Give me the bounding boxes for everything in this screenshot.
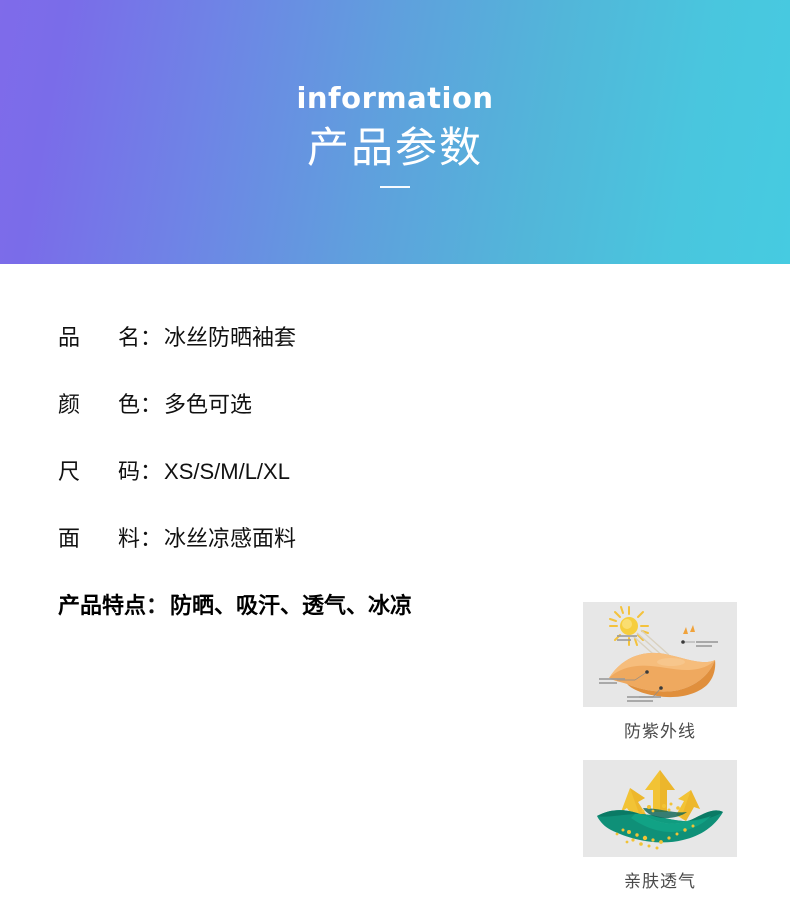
spec-label-char: 颜 <box>58 392 81 417</box>
uv-fabric-icon <box>583 602 737 707</box>
breathable-fabric-image <box>583 760 737 857</box>
spec-row-color: 颜 色 ： 多色可选 <box>58 387 528 454</box>
banner-content: information 产品参数 <box>0 0 790 189</box>
spec-row-size: 尺 码 ： XS/S/M/L/XL <box>58 454 528 521</box>
spec-colon: ： <box>140 325 163 350</box>
uv-fabric-image <box>583 602 737 707</box>
spec-label-char: 料 <box>117 526 140 551</box>
spec-label-char: 面 <box>58 526 81 551</box>
spec-value-size: XS/S/M/L/XL <box>164 459 290 484</box>
spec-row-name: 品 名 ： 冰丝防晒袖套 <box>58 320 528 387</box>
spec-value-name: 冰丝防晒袖套 <box>164 325 297 350</box>
spec-label-char: 品 <box>58 325 81 350</box>
feature-caption-uv: 防紫外线 <box>624 722 696 741</box>
spec-colon: ： <box>140 392 163 417</box>
title-divider <box>380 186 410 189</box>
product-spec-page: information 产品参数 品 名 ： 冰丝防晒袖套 颜 色 ： 多色可选… <box>0 0 790 891</box>
feature-card-uv: 防紫外线 <box>583 602 737 742</box>
feature-caption-breathable: 亲肤透气 <box>624 872 696 891</box>
spec-value-features: 防晒、吸汗、透气、冰凉 <box>170 593 413 618</box>
feature-card-list: 防紫外线 亲肤透气 <box>583 602 743 900</box>
banner-eyebrow: information <box>296 81 494 115</box>
spec-list: 品 名 ： 冰丝防晒袖套 颜 色 ： 多色可选 尺 码 ： XS/S/M/L/X… <box>58 320 528 620</box>
spec-value-material: 冰丝凉感面料 <box>164 526 297 551</box>
spec-value-color: 多色可选 <box>164 392 253 417</box>
spec-label-features: 产品特点 <box>58 593 147 618</box>
page-content: 品 名 ： 冰丝防晒袖套 颜 色 ： 多色可选 尺 码 ： XS/S/M/L/X… <box>0 264 790 891</box>
spec-label-char: 尺 <box>58 459 81 484</box>
page-title: 产品参数 <box>306 123 483 172</box>
spec-row-material: 面 料 ： 冰丝凉感面料 <box>58 521 528 588</box>
breathable-fabric-icon <box>583 760 737 857</box>
spec-label-name: 品 名 <box>58 320 140 352</box>
spec-label-char: 色 <box>117 392 140 417</box>
spec-label-color: 颜 色 <box>58 387 140 419</box>
spec-label-size: 尺 码 <box>58 454 140 486</box>
spec-label-char: 码 <box>117 459 140 484</box>
page-banner: information 产品参数 <box>0 0 790 264</box>
spec-colon: ： <box>140 459 163 484</box>
feature-card-breathable: 亲肤透气 <box>583 760 737 892</box>
spec-label-material: 面 料 <box>58 521 140 553</box>
spec-label-char: 名 <box>117 325 140 350</box>
spec-row-features: 产品特点 ： 防晒、吸汗、透气、冰凉 <box>58 588 528 620</box>
spec-colon: ： <box>140 526 163 551</box>
spec-colon: ： <box>146 593 169 618</box>
